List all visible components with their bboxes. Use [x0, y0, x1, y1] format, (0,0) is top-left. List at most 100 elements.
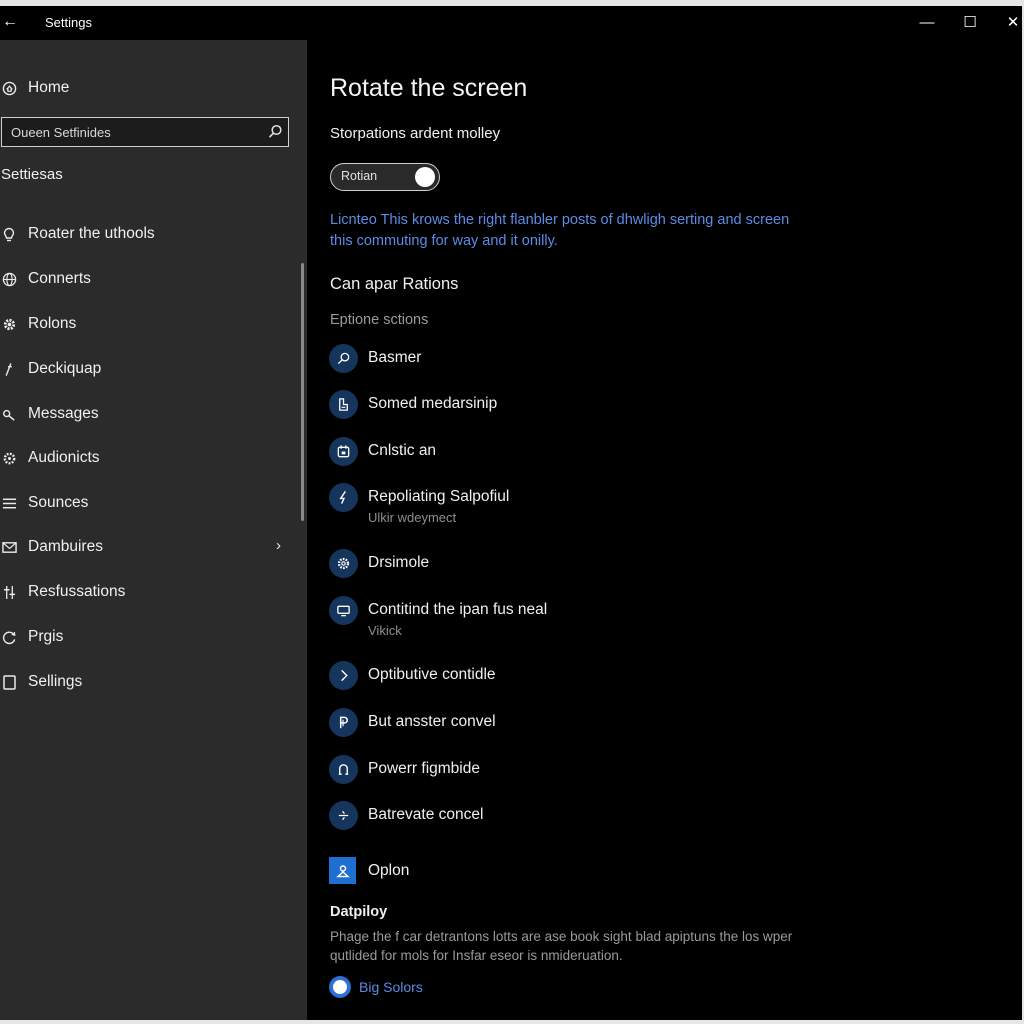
- list-icon: [1, 495, 17, 511]
- sidebar-item-8[interactable]: Resfussations: [0, 577, 125, 607]
- headphones-icon: [329, 755, 358, 784]
- maximize-button[interactable]: ☐: [953, 8, 987, 38]
- globe-icon: [1, 271, 17, 287]
- sidebar-item-label: Sellings: [28, 673, 83, 690]
- sidebar-item-label: Home: [28, 79, 70, 96]
- toggle-label: Rotian: [341, 169, 378, 183]
- settings-icon: [329, 549, 358, 578]
- option-label: Batrevate concel: [368, 806, 484, 823]
- sidebar-item-2[interactable]: Rolons: [0, 309, 76, 339]
- refresh-icon: [1, 629, 17, 645]
- sidebar-scrollbar[interactable]: [301, 263, 304, 521]
- chevron-right-icon[interactable]: ›: [276, 537, 281, 554]
- back-button[interactable]: ←: [0, 10, 20, 34]
- page-title: Rotate the screen: [330, 74, 528, 102]
- sidebar-item-1[interactable]: Connerts: [0, 264, 91, 294]
- option-item-7[interactable]: But ansster convel: [329, 708, 496, 737]
- option-label: Optibutive contidle: [368, 666, 496, 683]
- calendar-icon: [329, 437, 358, 466]
- lightbulb-icon: [1, 226, 17, 242]
- sidebar-item-label: Rolons: [28, 315, 77, 332]
- sidebar-item-home[interactable]: Home: [0, 73, 69, 103]
- option-item-5[interactable]: Contitind the ipan fus neal Vikick: [329, 596, 547, 638]
- pen-icon: [1, 361, 17, 377]
- display-section-title: Datpiloy: [330, 904, 388, 920]
- option-item-3[interactable]: Repoliating Salpofiul Ulkir wdeymect: [329, 483, 509, 525]
- description-link[interactable]: Licnteo This krows the right flanbler po…: [330, 210, 810, 252]
- main-content: Rotate the screen Storpations ardent mol…: [307, 40, 1022, 1020]
- settings-window: ← Settings — ☐ ✕ Home Settiesas Roater t…: [0, 6, 1022, 1020]
- option-sublabel: Vikick: [368, 623, 402, 638]
- sidebar-item-5[interactable]: Audionicts: [0, 443, 100, 473]
- settings-search-box: [1, 117, 289, 147]
- rotation-toggle[interactable]: Rotian: [330, 163, 440, 191]
- radio-label: Big Solors: [359, 979, 423, 995]
- option-label: Contitind the ipan fus neal: [368, 601, 548, 618]
- sidebar-item-3[interactable]: Deckiquap: [0, 354, 101, 384]
- option-item-square[interactable]: Oplon: [329, 857, 409, 884]
- sidebar-item-4[interactable]: Messages: [0, 399, 99, 429]
- sliders-icon: [1, 584, 17, 600]
- option-item-2[interactable]: Cnlstic an: [329, 437, 436, 466]
- sidebar-item-label: Connerts: [28, 270, 91, 287]
- window-title: Settings: [45, 15, 92, 30]
- audio-icon: [1, 450, 17, 466]
- section-sublabel: Eptione sctions: [330, 312, 429, 328]
- option-item-1[interactable]: Somed medarsinip: [329, 390, 497, 419]
- option-label: Repoliating Salpofiul: [368, 488, 510, 505]
- back-arrow-icon: ←: [2, 13, 18, 30]
- toggle-knob: [415, 167, 435, 187]
- sidebar-item-label: Audionicts: [28, 449, 100, 466]
- sidebar-item-10[interactable]: Sellings: [0, 667, 82, 697]
- option-label: Somed medarsinip: [368, 395, 498, 412]
- search-icon[interactable]: [266, 123, 284, 141]
- sidebar-item-label: Deckiquap: [28, 360, 102, 377]
- home-icon: [1, 80, 17, 96]
- mail-icon: [1, 539, 17, 555]
- sidebar-item-6[interactable]: Sounces: [0, 488, 88, 518]
- search-input[interactable]: [11, 123, 251, 141]
- gear-icon: [1, 316, 17, 332]
- sidebar-item-9[interactable]: Prgis: [0, 622, 63, 652]
- minimize-button[interactable]: —: [910, 8, 944, 38]
- sidebar-section-label: Settiesas: [1, 166, 63, 183]
- radio-button[interactable]: [329, 976, 351, 998]
- sidebar-item-label: Resfussations: [28, 583, 126, 600]
- option-label: Drsimole: [368, 554, 430, 571]
- option-item-6[interactable]: Optibutive contidle: [329, 661, 496, 690]
- key-icon: [1, 406, 17, 422]
- sidebar-item-0[interactable]: Roater the uthools: [0, 219, 155, 249]
- search-icon: [329, 344, 358, 373]
- option-label: But ansster convel: [368, 713, 496, 730]
- sidebar-item-7[interactable]: Dambuires: [0, 532, 103, 562]
- share-icon: [329, 801, 358, 830]
- lightning-icon: [329, 483, 358, 512]
- option-item-4[interactable]: Drsimole: [329, 549, 429, 578]
- person-icon: [329, 857, 356, 884]
- option-item-8[interactable]: Powerr figmbide: [329, 755, 480, 784]
- radio-dot: [333, 980, 347, 994]
- option-sublabel: Ulkir wdeymect: [368, 510, 457, 525]
- close-button[interactable]: ✕: [996, 8, 1022, 38]
- display-section-description: Phage the f car detrantons lotts are ase…: [330, 929, 793, 963]
- sidebar-item-label: Messages: [28, 405, 99, 422]
- option-label: Powerr figmbide: [368, 760, 480, 777]
- sidebar-item-label: Roater the uthools: [28, 225, 155, 242]
- sidebar-item-label: Dambuires: [28, 538, 103, 555]
- section-heading: Can apar Rations: [330, 275, 459, 293]
- sidebar-item-label: Prgis: [28, 628, 64, 645]
- sidebar: Home Settiesas Roater the uthools Conner…: [0, 40, 307, 1020]
- sidebar-item-label: Sounces: [28, 494, 89, 511]
- option-label: Basmer: [368, 349, 422, 366]
- square-icon: [1, 674, 17, 690]
- monitor-icon: [329, 596, 358, 625]
- option-label: Oplon: [368, 861, 410, 879]
- play-icon: [329, 661, 358, 690]
- option-item-9[interactable]: Batrevate concel: [329, 801, 483, 830]
- title-bar: ← Settings — ☐ ✕: [0, 6, 1022, 40]
- radio-option[interactable]: Big Solors: [329, 976, 423, 998]
- document-icon: [329, 390, 358, 419]
- parking-icon: [329, 708, 358, 737]
- option-label: Cnlstic an: [368, 442, 437, 459]
- option-item-0[interactable]: Basmer: [329, 344, 421, 373]
